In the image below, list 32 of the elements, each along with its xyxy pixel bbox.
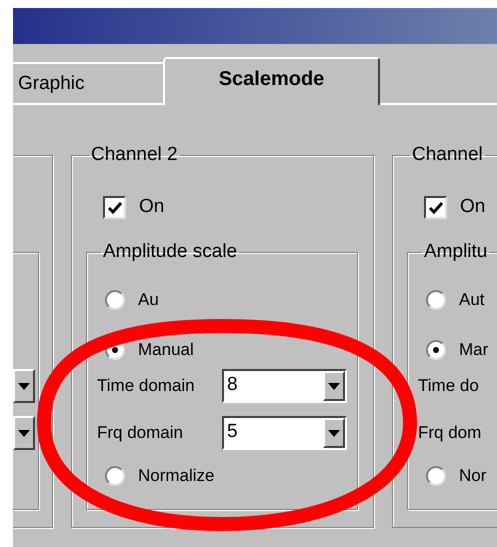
checkbox-label: On <box>139 195 164 220</box>
field-label: Frq dom <box>418 422 482 444</box>
radio-button[interactable] <box>426 466 446 486</box>
radio-button[interactable] <box>426 340 446 360</box>
dropdown-field[interactable]: 5 <box>222 416 347 450</box>
checkbox[interactable] <box>103 196 126 219</box>
field-label: Time do <box>418 375 480 398</box>
dropdown-arrow-icon[interactable] <box>18 382 30 390</box>
check-icon[interactable] <box>428 202 442 214</box>
group-title: Amplitude scale <box>102 241 238 263</box>
field-label: Time domain <box>97 375 196 398</box>
radio-label: Mar <box>459 339 488 362</box>
radio-label: Aut <box>459 289 485 312</box>
radio-label: Normalize <box>138 465 215 488</box>
tab[interactable]: Scalemode <box>163 57 380 105</box>
dropdown-arrow-icon[interactable] <box>328 430 340 436</box>
radio-button[interactable] <box>426 290 446 310</box>
radio-label: Au <box>138 289 159 312</box>
radio-button[interactable] <box>105 290 125 310</box>
radio-label: Nor <box>459 465 486 488</box>
checkbox[interactable] <box>424 196 447 219</box>
dropdown-field[interactable]: 8 <box>222 369 347 403</box>
field-label: Frq domain <box>97 422 184 444</box>
radio-button[interactable] <box>105 466 125 486</box>
group-title: Channel 2 <box>90 144 179 166</box>
dropdown-arrow-icon[interactable] <box>18 430 30 436</box>
checkbox-label: On <box>460 195 486 220</box>
radio-label: Manual <box>138 339 194 362</box>
dropdown-arrow-icon[interactable] <box>328 382 340 390</box>
group-title: Amplitu <box>423 241 488 263</box>
group-title: Channel <box>411 144 484 166</box>
check-icon[interactable] <box>108 202 122 214</box>
